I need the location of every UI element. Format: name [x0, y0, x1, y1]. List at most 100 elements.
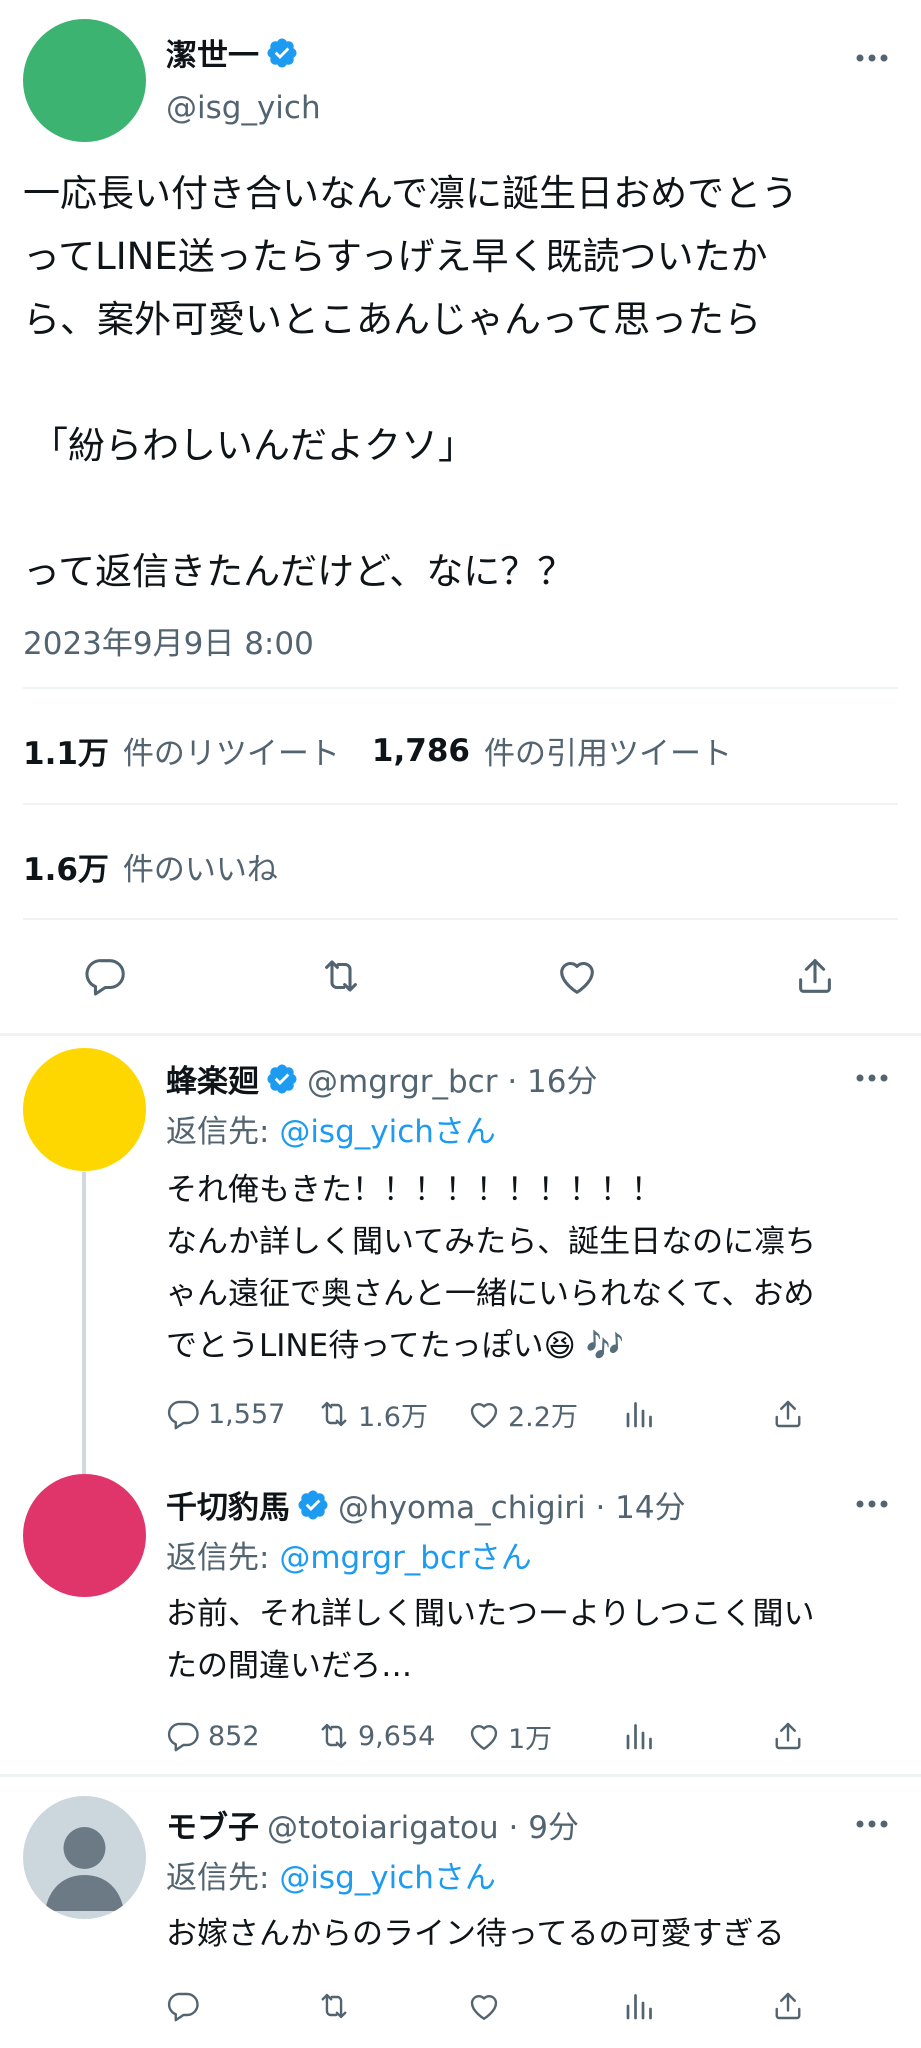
author-handle[interactable]: @isg_yich [166, 90, 321, 126]
author-name-row[interactable]: 潔世一 [166, 30, 299, 75]
divider [23, 803, 898, 805]
reply-name-row[interactable]: 蜂楽廻 @mgrgr_bcr · 16分 [166, 1056, 597, 1101]
retweet-icon[interactable] [316, 1988, 352, 2024]
like-button[interactable]: 1万 [466, 1716, 552, 1756]
reply-handle-time[interactable]: @totoiarigatou · 9分 [267, 1802, 579, 1847]
divider [23, 687, 898, 689]
retweet-count: 1.6万 [358, 1401, 428, 1433]
analytics-button[interactable] [622, 1716, 658, 1756]
more-options-icon[interactable] [855, 53, 889, 63]
quote-count[interactable]: 1,786 [372, 733, 470, 769]
share-button[interactable] [770, 1986, 806, 2026]
reply-text: それ俺もきた！！！！！！！！！！ なんか詳しく聞いてみたら、誕生日なのに凛ち ゃ… [166, 1164, 876, 1372]
replying-to-mention[interactable]: @isg_yichさん [279, 1860, 496, 1896]
reply-avatar[interactable] [23, 1048, 146, 1171]
replying-to: 返信先: @isg_yichさん [166, 1852, 496, 1897]
reply-icon[interactable] [83, 953, 129, 999]
reply-icon[interactable] [166, 1988, 202, 2024]
replying-to: 返信先: @isg_yichさん [166, 1106, 496, 1151]
retweet-icon[interactable] [318, 953, 364, 999]
retweet-button[interactable]: 1.6万 [316, 1394, 428, 1434]
reply-tweet[interactable]: 千切豹馬 @hyoma_chigiri · 14分 返信先: @mgrgr_bc… [0, 1468, 921, 1773]
share-icon[interactable] [792, 953, 838, 999]
more-options-icon[interactable] [855, 1499, 889, 1509]
like-button[interactable]: 2.2万 [466, 1394, 578, 1434]
like-count[interactable]: 1.6万 [23, 844, 109, 889]
quote-label[interactable]: 件の引用ツイート [484, 728, 732, 773]
reply-tweet[interactable]: 蜂楽廻 @mgrgr_bcr · 16分 返信先: @isg_yichさん それ… [0, 1040, 921, 1470]
more-options-icon[interactable] [855, 1073, 889, 1083]
reply-tweet[interactable]: モブ子 @totoiarigatou · 9分 返信先: @isg_yichさん… [0, 1778, 921, 2048]
retweet-icon[interactable] [316, 1718, 352, 1754]
replying-to-mention[interactable]: @mgrgr_bcrさん [279, 1540, 531, 1576]
analytics-icon[interactable] [622, 1396, 658, 1432]
share-icon[interactable] [770, 1396, 806, 1432]
reply-action-bar [166, 1986, 816, 2026]
author-name[interactable]: 潔世一 [166, 30, 259, 75]
verified-badge-icon [267, 1063, 297, 1094]
retweet-quote-stats: 1.1万 件のリツイート 1,786 件の引用ツイート [23, 728, 764, 773]
reply-name-row[interactable]: モブ子 @totoiarigatou · 9分 [166, 1802, 579, 1847]
reply-author-name[interactable]: 千切豹馬 [166, 1482, 290, 1527]
reply-body: お前、それ詳しく聞いたつーよりしつこく聞い たの間違いだろ… [166, 1596, 815, 1684]
reply-author-name[interactable]: モブ子 [166, 1802, 259, 1847]
like-icon[interactable] [466, 1718, 502, 1754]
retweet-button[interactable] [316, 1986, 352, 2026]
retweet-button[interactable]: 9,654 [316, 1716, 435, 1756]
replying-to-label: 返信先: [166, 1860, 280, 1896]
like-icon[interactable] [466, 1396, 502, 1432]
reply-body: それ俺もきた！！！！！！！！！！ なんか詳しく聞いてみたら、誕生日なのに凛ち ゃ… [166, 1172, 817, 1364]
like-count: 2.2万 [508, 1401, 578, 1433]
main-tweet: 潔世一 @isg_yich 一応長い付き合いなんで凛に誕生日おめでとう ってLI… [0, 0, 921, 1034]
analytics-button[interactable] [622, 1394, 658, 1434]
reply-count: 1,557 [208, 1398, 286, 1430]
reply-button[interactable] [166, 1986, 202, 2026]
reply-author-name[interactable]: 蜂楽廻 [166, 1056, 259, 1101]
more-options-icon[interactable] [855, 1819, 889, 1829]
analytics-icon[interactable] [622, 1988, 658, 2024]
tweet-paragraph: 一応長い付き合いなんで凛に誕生日おめでとう ってLINE送ったらすっげえ早く既読… [23, 172, 799, 341]
reply-text: お前、それ詳しく聞いたつーよりしつこく聞い たの間違いだろ… [166, 1588, 876, 1692]
reply-text: お嫁さんからのライン待ってるの可愛すぎる [166, 1908, 876, 1960]
retweet-count[interactable]: 1.1万 [23, 728, 109, 773]
reply-handle-time[interactable]: @mgrgr_bcr · 16分 [307, 1056, 597, 1101]
reply-button[interactable]: 1,557 [166, 1394, 285, 1434]
reply-icon[interactable] [166, 1718, 202, 1754]
share-icon[interactable] [770, 1988, 806, 2024]
default-avatar-icon[interactable] [23, 1796, 146, 1919]
tweet-text: 一応長い付き合いなんで凛に誕生日おめでとう ってLINE送ったらすっげえ早く既読… [23, 162, 913, 603]
tweet-paragraph: って返信きたんだけど、なに？？ [23, 550, 575, 593]
reply-count: 852 [208, 1720, 260, 1752]
like-icon[interactable] [554, 953, 600, 999]
share-icon[interactable] [770, 1718, 806, 1754]
tweet-timestamp[interactable]: 2023年9月9日 8:00 [23, 618, 314, 663]
analytics-icon[interactable] [622, 1718, 658, 1754]
reply-handle-time[interactable]: @hyoma_chigiri · 14分 [338, 1482, 686, 1527]
divider [23, 918, 898, 920]
share-button[interactable] [770, 1394, 806, 1434]
retweet-count: 9,654 [358, 1720, 436, 1752]
like-stats: 1.6万 件のいいね [23, 844, 310, 889]
reply-name-row[interactable]: 千切豹馬 @hyoma_chigiri · 14分 [166, 1482, 686, 1527]
verified-badge-icon [267, 37, 297, 68]
retweet-icon[interactable] [316, 1396, 352, 1432]
replying-to-label: 返信先: [166, 1540, 280, 1576]
section-separator [0, 1774, 921, 1777]
reply-avatar[interactable] [23, 1474, 146, 1597]
verified-badge-icon [298, 1489, 328, 1520]
retweet-label[interactable]: 件のリツイート [123, 728, 340, 773]
reply-button[interactable]: 852 [166, 1716, 260, 1756]
replying-to-label: 返信先: [166, 1114, 280, 1150]
share-button[interactable] [770, 1716, 806, 1756]
like-icon[interactable] [466, 1988, 502, 2024]
reply-icon[interactable] [166, 1396, 202, 1432]
reply-body: お嫁さんからのライン待ってるの可愛すぎる [166, 1916, 785, 1952]
section-separator [0, 1033, 921, 1036]
like-label[interactable]: 件のいいね [123, 844, 278, 889]
replying-to-mention[interactable]: @isg_yichさん [279, 1114, 496, 1150]
like-button[interactable] [466, 1986, 502, 2026]
analytics-button[interactable] [622, 1986, 658, 2026]
tweet-paragraph: 「紛らわしいんだよクソ」 [31, 424, 475, 467]
replying-to: 返信先: @mgrgr_bcrさん [166, 1532, 532, 1577]
author-avatar[interactable] [23, 19, 146, 142]
